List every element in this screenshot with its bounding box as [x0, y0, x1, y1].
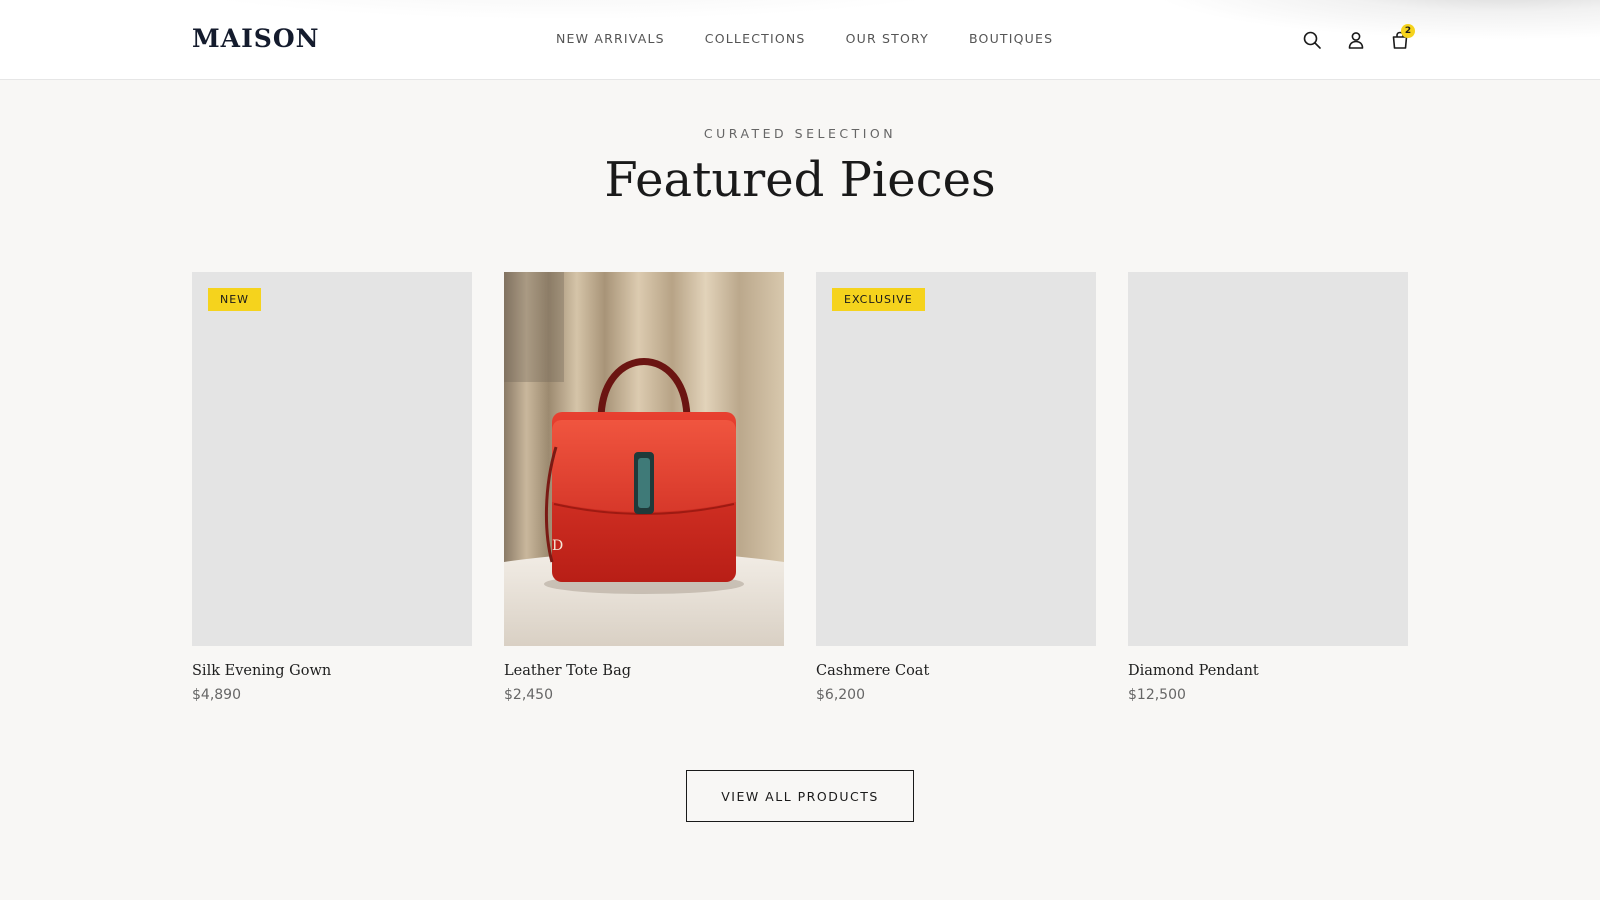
section-title: Featured Pieces: [604, 152, 996, 208]
main-nav: NEW ARRIVALS COLLECTIONS OUR STORY BOUTI…: [556, 31, 1053, 46]
nav-collections[interactable]: COLLECTIONS: [705, 31, 806, 46]
account-icon[interactable]: [1344, 28, 1368, 52]
view-all-products-button[interactable]: VIEW ALL PRODUCTS: [686, 770, 914, 822]
section-eyebrow: CURATED SELECTION: [703, 126, 897, 141]
product-card[interactable]: Diamond Pendant $12,500: [1128, 272, 1408, 703]
product-price: $2,450: [504, 687, 553, 703]
product-name[interactable]: Leather Tote Bag: [504, 663, 784, 679]
nav-boutiques[interactable]: BOUTIQUES: [969, 31, 1053, 46]
red-handbag-photo: D: [504, 272, 784, 646]
nav-our-story[interactable]: OUR STORY: [846, 31, 929, 46]
product-price: $6,200: [816, 687, 865, 703]
product-badge: NEW: [208, 288, 262, 311]
product-price: $12,500: [1128, 687, 1186, 703]
product-image-handbag[interactable]: D: [504, 272, 784, 646]
shopping-bag-icon[interactable]: 2: [1388, 24, 1415, 52]
search-icon[interactable]: [1300, 28, 1324, 52]
cart-count-badge: 2: [1401, 24, 1415, 38]
product-name[interactable]: Diamond Pendant: [1128, 663, 1408, 679]
header-actions: 2: [1300, 24, 1420, 54]
product-name[interactable]: Cashmere Coat: [816, 663, 1096, 679]
product-card[interactable]: NEW Silk Evening Gown $4,890: [192, 272, 472, 703]
product-name[interactable]: Silk Evening Gown: [192, 663, 472, 679]
svg-text:D: D: [552, 538, 563, 554]
product-image-placeholder[interactable]: [1128, 272, 1408, 646]
product-image-placeholder[interactable]: NEW: [192, 272, 472, 646]
header-shadow-soft: [120, 0, 1020, 20]
site-header: MAISON NEW ARRIVALS COLLECTIONS OUR STOR…: [0, 0, 1600, 80]
product-image-placeholder[interactable]: EXCLUSIVE: [816, 272, 1096, 646]
product-badge: EXCLUSIVE: [832, 288, 925, 311]
product-price: $4,890: [192, 687, 241, 703]
logo[interactable]: MAISON: [192, 24, 319, 53]
nav-new-arrivals[interactable]: NEW ARRIVALS: [556, 31, 665, 46]
product-card[interactable]: EXCLUSIVE Cashmere Coat $6,200: [816, 272, 1096, 703]
product-card[interactable]: D Leather Tote Bag $2,450: [504, 272, 784, 703]
